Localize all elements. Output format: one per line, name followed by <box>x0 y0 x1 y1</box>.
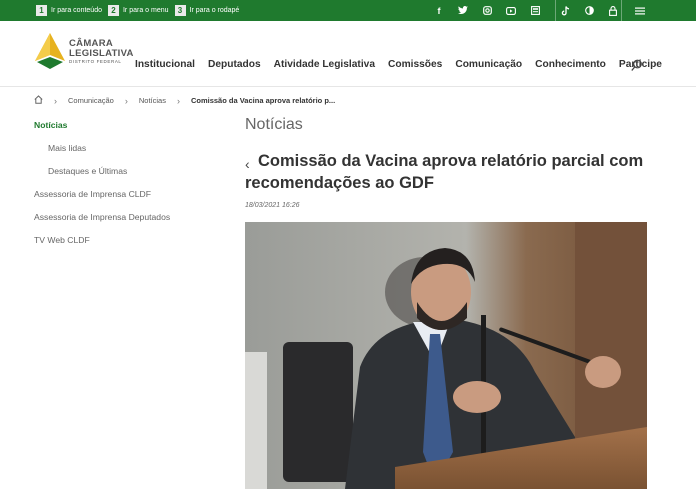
cldf-emblem-icon <box>35 33 65 69</box>
breadcrumb: › Comunicação › Notícias › Comissão da V… <box>34 95 335 106</box>
skip-links: 1 Ir para conteúdo 2 Ir para o menu 3 Ir… <box>36 5 245 16</box>
site-header: CÂMARA LEGISLATIVA DISTRITO FEDERAL Inst… <box>0 21 696 87</box>
divider <box>621 0 622 21</box>
cldf-logo[interactable]: CÂMARA LEGISLATIVA DISTRITO FEDERAL <box>33 31 133 76</box>
twitter-icon[interactable] <box>451 0 475 21</box>
contrast-icon[interactable] <box>577 0 601 21</box>
breadcrumb-current: Comissão da Vacina aprova relatório p... <box>190 96 336 105</box>
divider <box>555 0 556 21</box>
tiktok-icon[interactable] <box>553 0 577 21</box>
sidebar-item-destaques[interactable]: Destaques e Últimas <box>34 165 224 188</box>
skip-link-menu[interactable]: 2 Ir para o menu <box>107 5 169 16</box>
sidebar-item-mais-lidas[interactable]: Mais lidas <box>34 142 224 165</box>
nav-item-comissoes[interactable]: Comissões <box>388 59 442 70</box>
social-icons: f <box>427 0 625 21</box>
skip-link-number: 2 <box>107 5 119 16</box>
youtube-icon[interactable] <box>499 0 523 21</box>
nav-item-atividade-legislativa[interactable]: Atividade Legislativa <box>274 59 375 70</box>
search-icon[interactable] <box>631 59 645 73</box>
nav-item-institucional[interactable]: Institucional <box>135 59 195 70</box>
article-headline: Comissão da Vacina aprova relatório parc… <box>245 152 644 192</box>
sidebar-item-assessoria-deputados[interactable]: Assessoria de Imprensa Deputados <box>34 211 224 234</box>
home-icon[interactable] <box>34 95 43 106</box>
nav-item-comunicacao[interactable]: Comunicação <box>455 59 522 70</box>
breadcrumb-item[interactable]: Notícias <box>139 96 166 105</box>
skip-link-label: Ir para conteúdo <box>51 7 102 14</box>
sidebar-item-tv-web[interactable]: TV Web CLDF <box>34 234 224 257</box>
section-title: Notícias <box>245 116 303 133</box>
skip-link-number: 3 <box>174 5 186 16</box>
logo-line-3: DISTRITO FEDERAL <box>69 59 122 64</box>
nav-item-conhecimento[interactable]: Conhecimento <box>535 59 606 70</box>
sidebar-menu: Notícias Mais lidas Destaques e Últimas … <box>34 119 224 257</box>
speaker-photo-illustration <box>245 222 647 489</box>
accessibility-bar: 1 Ir para conteúdo 2 Ir para o menu 3 Ir… <box>0 0 696 21</box>
sidebar-item-assessoria-cldf[interactable]: Assessoria de Imprensa CLDF <box>34 188 224 211</box>
skip-link-number: 1 <box>36 5 47 16</box>
instagram-icon[interactable] <box>475 0 499 21</box>
breadcrumb-item[interactable]: Comunicação <box>68 96 114 105</box>
main-nav: Institucional Deputados Atividade Legisl… <box>135 59 675 70</box>
logo-line-2: LEGISLATIVA <box>69 47 134 59</box>
logo-wordmark: CÂMARA LEGISLATIVA DISTRITO FEDERAL <box>69 39 134 65</box>
skip-link-footer[interactable]: 3 Ir para o rodapé <box>174 5 240 16</box>
chevron-right-icon: › <box>176 95 180 106</box>
article-photo <box>245 222 647 489</box>
skip-link-content[interactable]: 1 Ir para conteúdo <box>36 5 102 16</box>
facebook-icon[interactable]: f <box>427 0 451 21</box>
news-icon[interactable] <box>523 0 547 21</box>
skip-link-label: Ir para o rodapé <box>189 7 240 14</box>
chevron-right-icon: › <box>54 95 57 106</box>
chevron-right-icon: › <box>124 95 128 106</box>
article-date: 18/03/2021 16:26 <box>245 202 300 209</box>
hamburger-menu-icon[interactable] <box>628 0 652 21</box>
skip-link-label: Ir para o menu <box>122 7 169 14</box>
sidebar-item-noticias[interactable]: Notícias <box>34 119 224 142</box>
nav-item-deputados[interactable]: Deputados <box>208 59 261 70</box>
